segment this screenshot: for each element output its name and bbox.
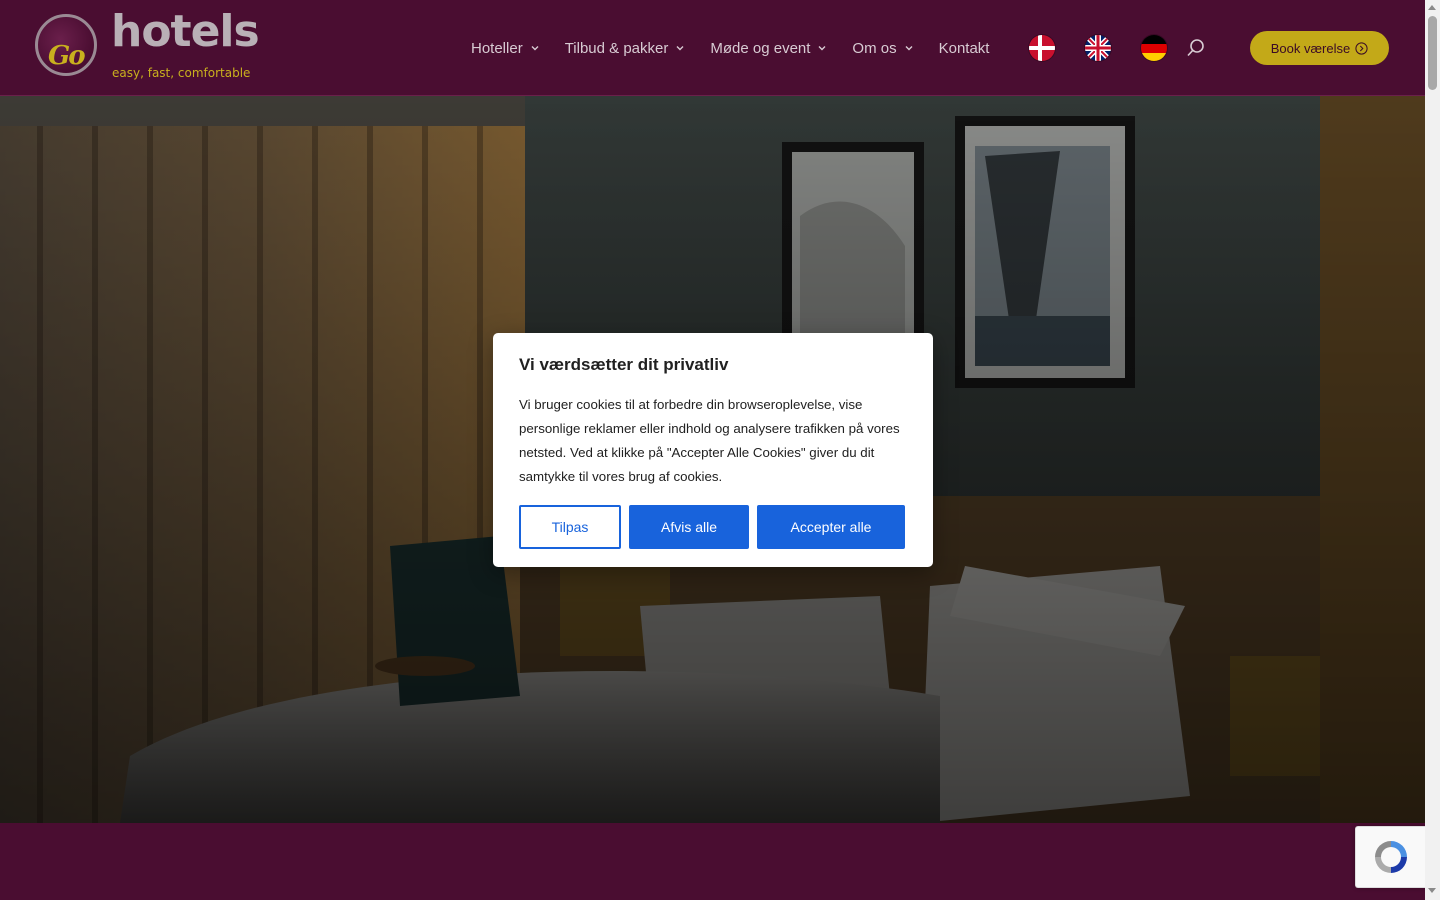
- uk-flag-icon[interactable]: [1085, 35, 1111, 61]
- nav-item-tilbud[interactable]: Tilbud & pakker: [565, 40, 685, 57]
- german-flag-icon[interactable]: [1141, 35, 1167, 61]
- customize-cookies-button[interactable]: Tilpas: [519, 505, 621, 549]
- cookie-button-row: Tilpas Afvis alle Accepter alle: [519, 505, 907, 549]
- content-section-band: [0, 823, 1425, 900]
- logo-mark: Go: [48, 41, 86, 71]
- nav-item-label: Møde og event: [710, 39, 811, 57]
- accept-all-button[interactable]: Accepter alle: [757, 505, 905, 549]
- chevron-down-icon: [905, 46, 913, 51]
- chevron-down-icon: [676, 46, 684, 51]
- nav-item-label: Kontakt: [938, 39, 990, 57]
- cookie-dialog-title: Vi værdsætter dit privatliv: [519, 355, 729, 374]
- site-header: Go hotels easy, fast, comfortable Hotell…: [0, 0, 1425, 96]
- nav-item-mode-event[interactable]: Møde og event: [710, 40, 826, 57]
- scroll-up-arrow-icon[interactable]: [1428, 5, 1436, 10]
- recaptcha-badge[interactable]: [1355, 826, 1426, 888]
- main-nav: Hoteller Tilbud & pakker Møde og event O…: [471, 36, 1015, 60]
- search-icon[interactable]: [1186, 38, 1206, 58]
- danish-flag-icon[interactable]: [1029, 35, 1055, 61]
- chevron-down-icon: [531, 46, 539, 51]
- nav-item-om-os[interactable]: Om os: [852, 39, 913, 57]
- reject-all-button[interactable]: Afvis alle: [629, 505, 749, 549]
- chevron-down-icon: [818, 46, 826, 51]
- arrow-circle-right-icon: [1355, 41, 1368, 55]
- logo-circle-icon: Go: [35, 14, 97, 76]
- recaptcha-icon: [1375, 841, 1407, 873]
- book-room-label: Book værelse: [1270, 40, 1351, 56]
- scroll-down-arrow-icon[interactable]: [1428, 888, 1436, 893]
- book-room-button[interactable]: Book værelse: [1250, 31, 1389, 65]
- nav-item-label: Tilbud & pakker: [564, 39, 669, 57]
- scrollbar-thumb[interactable]: [1428, 16, 1437, 90]
- logo-tagline: easy, fast, comfortable: [112, 66, 251, 80]
- nav-item-kontakt[interactable]: Kontakt: [939, 40, 990, 57]
- logo-wordmark: hotels: [111, 6, 260, 57]
- go-hotels-logo[interactable]: Go hotels easy, fast, comfortable: [35, 6, 260, 82]
- cookie-consent-dialog: Vi værdsætter dit privatliv Vi bruger co…: [493, 333, 933, 567]
- nav-item-label: Hoteller: [471, 39, 523, 57]
- cookie-dialog-text: Vi bruger cookies til at forbedre din br…: [519, 397, 900, 484]
- nav-item-hoteller[interactable]: Hoteller: [471, 40, 539, 57]
- nav-item-label: Om os: [852, 39, 897, 57]
- page-scrollbar[interactable]: [1425, 0, 1440, 900]
